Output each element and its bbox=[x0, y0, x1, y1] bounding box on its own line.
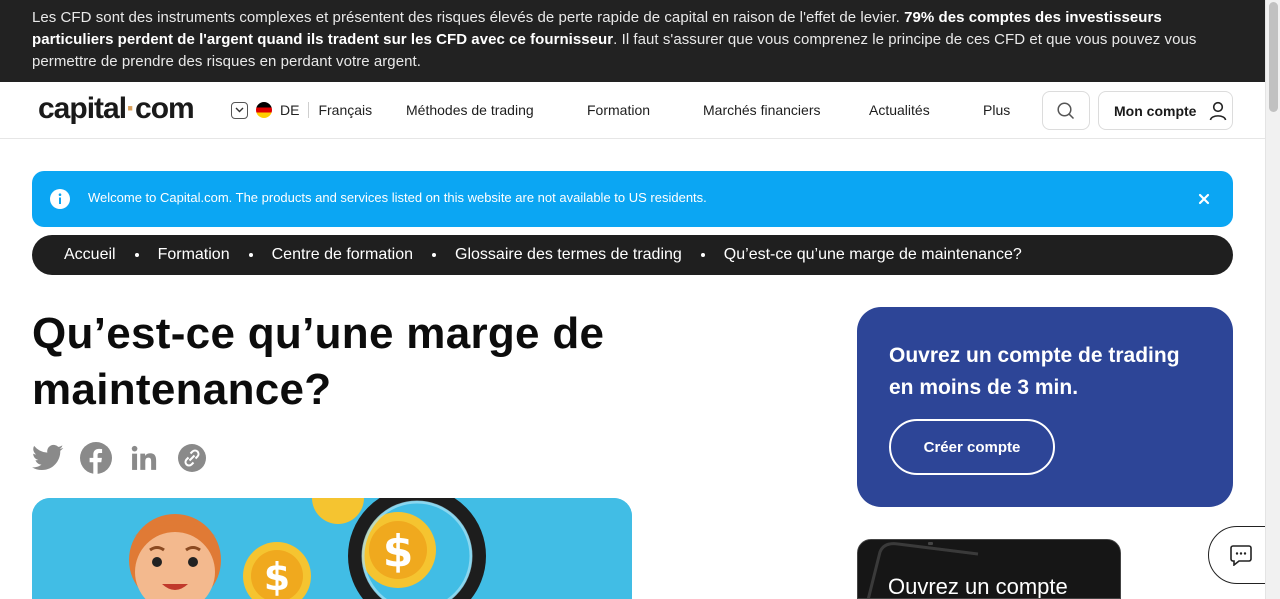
search-icon bbox=[1057, 101, 1075, 119]
risk-text: Les CFD sont des instruments complexes e… bbox=[32, 9, 905, 26]
svg-text:$: $ bbox=[383, 526, 414, 577]
country-code: DE bbox=[280, 102, 300, 118]
notice-text: Welcome to Capital.com. The products and… bbox=[88, 190, 707, 205]
close-icon[interactable] bbox=[1194, 189, 1214, 209]
breadcrumb: Accueil Formation Centre de formation Gl… bbox=[32, 235, 1233, 275]
open-account-card: Ouvrez un compte de trading en moins de … bbox=[857, 307, 1233, 507]
chat-button[interactable] bbox=[1208, 526, 1270, 584]
page-title: Qu’est-ce qu’une marge de maintenance? bbox=[32, 309, 605, 414]
linkedin-icon[interactable] bbox=[128, 442, 160, 474]
my-account-label: Mon compte bbox=[1114, 102, 1197, 119]
breadcrumb-separator bbox=[248, 253, 253, 257]
chevron-down-icon[interactable] bbox=[231, 101, 248, 119]
logo-dot: · bbox=[126, 92, 136, 125]
promo-text: Ouvrez un compte bbox=[888, 574, 1068, 599]
nav-financial-markets[interactable]: Marchés financiers bbox=[703, 102, 821, 118]
cta-title: Ouvrez un compte de trading en moins de … bbox=[889, 344, 1180, 399]
breadcrumb-separator bbox=[432, 253, 437, 257]
chat-icon bbox=[1230, 545, 1252, 566]
us-residents-notice: Welcome to Capital.com. The products and… bbox=[32, 171, 1233, 227]
create-account-button[interactable]: Créer compte bbox=[889, 419, 1055, 475]
language-selector[interactable]: DE Français bbox=[231, 101, 372, 119]
germany-flag-icon bbox=[256, 102, 272, 118]
logo-text-left: capital bbox=[38, 92, 127, 125]
risk-warning-banner: Les CFD sont des instruments complexes e… bbox=[0, 0, 1265, 82]
site-header: capital·com DE Français Méthodes de trad… bbox=[0, 82, 1265, 139]
article-hero-illustration: $ $ bbox=[32, 498, 632, 599]
capital-logo[interactable]: capital·com bbox=[38, 92, 195, 126]
breadcrumb-formation[interactable]: Formation bbox=[158, 246, 230, 264]
nav-trading-methods[interactable]: Méthodes de trading bbox=[406, 102, 534, 118]
logo-text-right: com bbox=[135, 92, 195, 125]
breadcrumb-separator bbox=[700, 253, 705, 257]
info-icon bbox=[50, 189, 70, 209]
breadcrumb-glossary[interactable]: Glossaire des termes de trading bbox=[455, 246, 682, 264]
scrollbar-thumb[interactable] bbox=[1269, 2, 1278, 112]
user-icon bbox=[1210, 101, 1227, 120]
breadcrumb-home[interactable]: Accueil bbox=[64, 246, 116, 264]
facebook-icon[interactable] bbox=[80, 442, 112, 474]
breadcrumb-learning-center[interactable]: Centre de formation bbox=[272, 246, 413, 264]
nav-news[interactable]: Actualités bbox=[869, 102, 930, 118]
copy-link-icon[interactable] bbox=[176, 442, 208, 474]
breadcrumb-separator bbox=[134, 253, 139, 257]
nav-more[interactable]: Plus bbox=[983, 102, 1010, 118]
search-button[interactable] bbox=[1042, 91, 1090, 130]
promo-card[interactable]: Ouvrez un compte bbox=[857, 539, 1121, 599]
page-scrollbar[interactable] bbox=[1265, 0, 1280, 599]
language-label[interactable]: Français bbox=[318, 102, 372, 118]
nav-formation[interactable]: Formation bbox=[587, 102, 650, 118]
share-bar bbox=[32, 442, 224, 474]
svg-text:$: $ bbox=[264, 555, 290, 599]
breadcrumb-current: Qu’est-ce qu’une marge de maintenance? bbox=[723, 246, 1022, 263]
language-divider bbox=[308, 102, 310, 118]
twitter-icon[interactable] bbox=[32, 442, 64, 474]
my-account-button[interactable]: Mon compte bbox=[1098, 91, 1233, 130]
